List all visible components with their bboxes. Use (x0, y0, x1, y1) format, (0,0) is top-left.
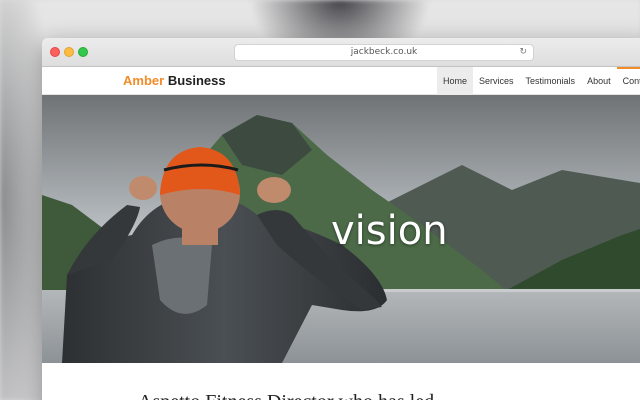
nav-item-home[interactable]: Home (437, 67, 474, 95)
intro-section: Aspetto Fitness Director who has led (42, 363, 640, 400)
hero-heading: vision (331, 208, 448, 254)
hero-banner: vision (42, 95, 640, 363)
maximize-window-button[interactable] (78, 47, 88, 57)
nav-item-testimonials[interactable]: Testimonials (520, 67, 582, 95)
address-bar-url: jackbeck.co.uk (350, 47, 418, 57)
nav-item-services[interactable]: Services (473, 67, 520, 95)
minimize-window-button[interactable] (64, 47, 74, 57)
main-nav: Home Services Testimonials About Contact (437, 67, 640, 95)
browser-window: jackbeck.co.uk ↻ Amber Business Home Ser… (42, 38, 640, 400)
site-logo[interactable]: Amber Business (123, 73, 226, 88)
intro-heading: Aspetto Fitness Director who has led (138, 391, 434, 400)
nav-item-about[interactable]: About (581, 67, 617, 95)
address-bar[interactable]: jackbeck.co.uk ↻ (234, 44, 534, 61)
reload-icon[interactable]: ↻ (519, 45, 527, 60)
brand-word: Business (167, 73, 226, 88)
brand-accent-word: Amber (123, 73, 165, 88)
nav-item-contact[interactable]: Contact (616, 67, 640, 95)
site-navbar: Amber Business Home Services Testimonial… (42, 67, 640, 95)
browser-titlebar: jackbeck.co.uk ↻ (42, 38, 640, 67)
close-window-button[interactable] (50, 47, 60, 57)
